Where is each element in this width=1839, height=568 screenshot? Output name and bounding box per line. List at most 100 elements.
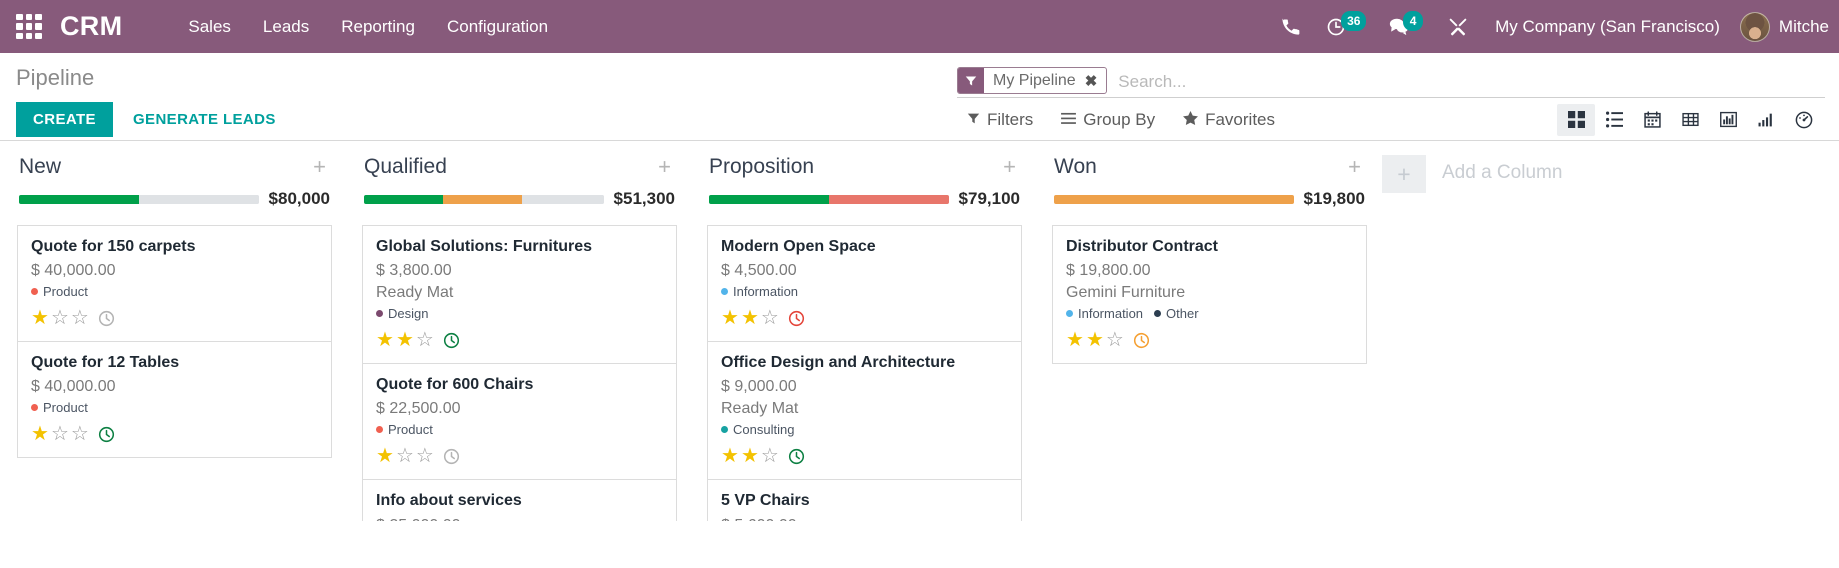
priority-stars[interactable]: ★ ☆ ☆ (31, 424, 89, 444)
search-input[interactable] (1107, 67, 1825, 97)
priority-star[interactable]: ☆ (396, 446, 414, 466)
progress-segment[interactable] (522, 194, 604, 204)
close-icon[interactable]: ✖ (1082, 68, 1107, 93)
kanban-card[interactable]: Modern Open Space $ 4,500.00 Information ★ ★… (707, 225, 1022, 342)
priority-star[interactable]: ★ (721, 308, 739, 328)
create-button[interactable]: CREATE (16, 102, 113, 137)
activity-clock-icon[interactable] (1133, 332, 1150, 349)
add-record-button[interactable]: + (309, 156, 330, 178)
priority-star[interactable]: ☆ (761, 308, 779, 328)
priority-star[interactable]: ★ (31, 308, 49, 328)
pivot-view-button[interactable] (1671, 104, 1709, 136)
messages-icon[interactable]: 4 (1375, 0, 1424, 53)
developer-tools-icon[interactable] (1435, 0, 1481, 53)
kanban-card[interactable]: Info about services$ 25,000.00☆☆☆ (362, 479, 677, 521)
kanban-card[interactable]: Global Solutions: Furnitures $ 3,800.00 Re… (362, 225, 677, 364)
kanban-column-title[interactable]: Qualified (364, 155, 447, 179)
activity-clock-icon[interactable] (443, 448, 460, 465)
phone-icon[interactable] (1267, 0, 1313, 53)
avatar[interactable] (985, 307, 1008, 330)
dashboard-view-button[interactable] (1785, 104, 1823, 136)
kanban-card[interactable]: Quote for 12 Tables $ 40,000.00 Product ★ ☆ ☆ (17, 341, 332, 459)
activity-clock-icon[interactable] (788, 448, 805, 465)
graph-view-button[interactable] (1709, 104, 1747, 136)
priority-star[interactable]: ☆ (71, 424, 89, 444)
add-column-plus-icon[interactable]: + (1382, 155, 1426, 193)
kanban-card[interactable]: Quote for 600 Chairs $ 22,500.00 Product ★ ☆… (362, 363, 677, 480)
add-record-button[interactable]: + (654, 156, 675, 178)
progress-segment[interactable] (1054, 194, 1294, 204)
priority-star[interactable]: ★ (376, 330, 394, 350)
kanban-column-title[interactable]: New (19, 155, 61, 179)
priority-star[interactable]: ☆ (1106, 330, 1124, 350)
priority-star[interactable]: ☆ (416, 330, 434, 350)
calendar-view-button[interactable] (1633, 104, 1671, 136)
progress-segment[interactable] (138, 194, 259, 204)
add-record-button[interactable]: + (999, 156, 1020, 178)
priority-stars[interactable]: ★ ★ ☆ (376, 330, 434, 350)
activity-clock-icon[interactable] (98, 310, 115, 327)
priority-star[interactable]: ☆ (71, 308, 89, 328)
progress-bar[interactable] (19, 194, 259, 204)
progress-bar[interactable] (364, 194, 604, 204)
priority-star[interactable]: ☆ (761, 446, 779, 466)
progress-segment[interactable] (364, 194, 444, 204)
menu-item-leads[interactable]: Leads (247, 0, 325, 53)
priority-stars[interactable]: ★ ☆ ☆ (376, 446, 434, 466)
add-record-button[interactable]: + (1344, 156, 1365, 178)
priority-star[interactable]: ★ (1086, 330, 1104, 350)
avatar[interactable] (295, 423, 318, 446)
progress-segment[interactable] (709, 194, 829, 204)
list-view-button[interactable] (1595, 104, 1633, 136)
menu-item-sales[interactable]: Sales (172, 0, 247, 53)
generate-leads-button[interactable]: GENERATE LEADS (119, 102, 290, 137)
progress-segment[interactable] (828, 194, 949, 204)
kanban-card[interactable]: Quote for 150 carpets $ 40,000.00 Product ★… (17, 225, 332, 342)
avatar[interactable] (1330, 329, 1353, 352)
kanban-column-title[interactable]: Proposition (709, 155, 814, 179)
kanban-card[interactable]: Distributor Contract $ 19,800.00 Gemini Fu… (1052, 225, 1367, 365)
priority-stars[interactable]: ★ ★ ☆ (721, 446, 779, 466)
progress-segment[interactable] (443, 194, 523, 204)
priority-star[interactable]: ★ (396, 330, 414, 350)
add-column-label[interactable]: Add a Column (1426, 155, 1562, 184)
menu-item-configuration[interactable]: Configuration (431, 0, 564, 53)
kanban-column-title[interactable]: Won (1054, 155, 1097, 179)
priority-stars[interactable]: ★ ☆ ☆ (31, 308, 89, 328)
priority-star[interactable]: ☆ (51, 308, 69, 328)
activity-view-button[interactable] (1747, 104, 1785, 136)
priority-stars[interactable]: ★ ★ ☆ (1066, 330, 1124, 350)
search-facet-my-pipeline[interactable]: My Pipeline ✖ (957, 67, 1108, 94)
progress-bar[interactable] (1054, 194, 1294, 204)
kanban-view-button[interactable] (1557, 103, 1595, 136)
priority-star[interactable]: ★ (31, 424, 49, 444)
group-by-dropdown[interactable]: Group By (1051, 105, 1165, 135)
priority-star[interactable]: ★ (376, 446, 394, 466)
avatar[interactable] (985, 445, 1008, 468)
app-brand-crm[interactable]: CRM (60, 11, 122, 42)
kanban-card[interactable]: 5 VP Chairs$ 5,600.00☆☆☆ (707, 479, 1022, 521)
priority-stars[interactable]: ★ ★ ☆ (721, 308, 779, 328)
favorites-dropdown[interactable]: Favorites (1173, 105, 1285, 135)
menu-item-reporting[interactable]: Reporting (325, 0, 431, 53)
activity-clock-icon[interactable] (98, 426, 115, 443)
kanban-card[interactable]: Office Design and Architecture $ 9,000.00… (707, 341, 1022, 480)
company-selector[interactable]: My Company (San Francisco) (1481, 17, 1734, 37)
priority-star[interactable]: ★ (1066, 330, 1084, 350)
avatar[interactable] (640, 445, 663, 468)
activity-clock-icon[interactable] (443, 332, 460, 349)
priority-star[interactable]: ★ (741, 308, 759, 328)
priority-star[interactable]: ★ (721, 446, 739, 466)
progress-bar[interactable] (709, 194, 949, 204)
user-menu[interactable]: Mitche (1734, 11, 1829, 42)
priority-star[interactable]: ☆ (416, 446, 434, 466)
add-column[interactable]: + Add a Column (1382, 141, 1562, 193)
priority-star[interactable]: ★ (741, 446, 759, 466)
progress-segment[interactable] (19, 194, 139, 204)
avatar[interactable] (295, 307, 318, 330)
filters-dropdown[interactable]: Filters (957, 105, 1043, 135)
activity-clock-icon[interactable] (788, 310, 805, 327)
activity-clock-icon[interactable]: 36 (1313, 0, 1367, 53)
apps-grid-icon[interactable] (16, 13, 42, 40)
avatar[interactable] (640, 329, 663, 352)
